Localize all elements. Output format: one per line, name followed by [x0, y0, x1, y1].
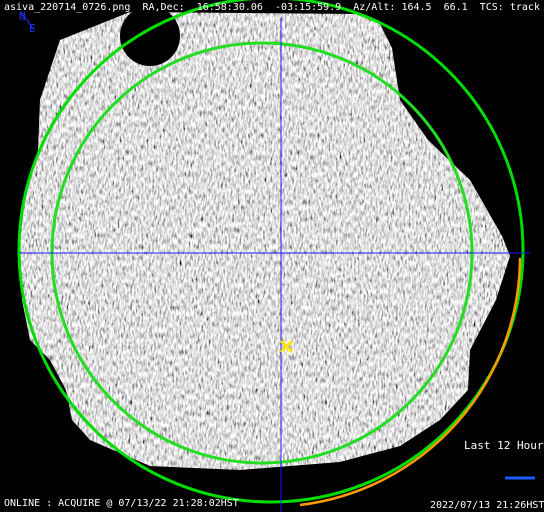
history-bar	[505, 476, 535, 480]
az-value: 164.5	[401, 2, 432, 13]
obstruction	[120, 6, 180, 66]
north-label: N	[19, 10, 26, 23]
status-line: ONLINE : ACQUIRE @ 07/13/22 21:28:02HST	[4, 498, 239, 509]
east-label: E	[29, 22, 36, 35]
tcs-label: TCS:	[479, 2, 504, 13]
dec-value: -03:15:59.9	[274, 2, 342, 13]
tcs-mode: track	[509, 2, 540, 13]
sky-view	[0, 0, 544, 512]
ra-value: 16:58:30.06	[196, 2, 263, 13]
history-label: Last 12 Hours	[464, 439, 544, 452]
alt-value: 66.1	[443, 2, 468, 13]
datetime: 2022/07/13 21:26HST	[430, 500, 544, 511]
radec-label: RA,Dec:	[142, 2, 185, 13]
header-readout: asiva_220714_0726.png RA,Dec: 16:58:30.0…	[4, 2, 540, 14]
azalt-label: Az/Alt:	[353, 2, 396, 13]
